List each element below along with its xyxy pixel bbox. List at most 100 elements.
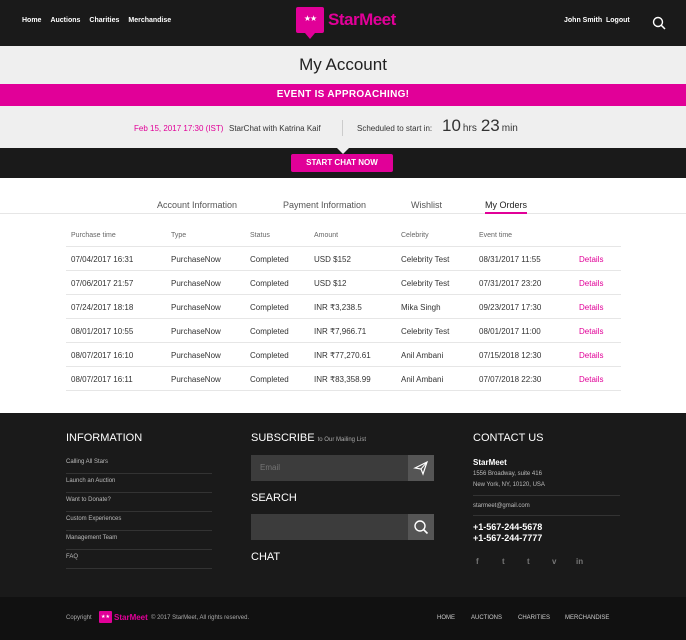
- cell-celebrity: Celebrity Test: [401, 327, 450, 336]
- cell-type: PurchaseNow: [171, 255, 221, 264]
- cell-amount: INR ₹83,358.99: [314, 375, 371, 384]
- footer-search-button[interactable]: [408, 514, 434, 540]
- details-link[interactable]: Details: [579, 375, 603, 384]
- email-input[interactable]: [251, 455, 408, 481]
- contact-heading: CONTACT US: [473, 432, 544, 444]
- send-icon: [413, 460, 429, 476]
- cell-event-time: 07/15/2018 12:30: [479, 351, 542, 360]
- cell-type: PurchaseNow: [171, 279, 221, 288]
- cell-celebrity: Celebrity Test: [401, 279, 450, 288]
- footer-link-donate[interactable]: Want to Donate?: [66, 493, 212, 512]
- phone-1[interactable]: +1-567-244-5678: [473, 522, 542, 532]
- main-nav: Home Auctions Charities Merchandise: [22, 17, 180, 24]
- table-row: 08/07/2017 16:11 PurchaseNow Completed I…: [66, 367, 621, 391]
- cell-celebrity: Anil Ambani: [401, 375, 444, 384]
- cell-amount: USD $152: [314, 255, 351, 264]
- tab-account-information[interactable]: Account Information: [157, 200, 237, 210]
- start-chat-button[interactable]: START CHAT NOW: [291, 154, 393, 172]
- subscribe-subtitle: to Our Mailing List: [317, 437, 366, 443]
- search-icon[interactable]: [652, 16, 666, 30]
- cell-celebrity: Mika Singh: [401, 303, 441, 312]
- cell-status: Completed: [250, 279, 289, 288]
- tab-payment-information[interactable]: Payment Information: [283, 200, 366, 210]
- cell-amount: INR ₹7,966.71: [314, 327, 367, 336]
- details-link[interactable]: Details: [579, 279, 603, 288]
- table-row: 07/06/2017 21:57 PurchaseNow Completed U…: [66, 271, 621, 295]
- cell-status: Completed: [250, 375, 289, 384]
- nav-home-link[interactable]: Home: [22, 17, 41, 24]
- search-heading: SEARCH: [251, 492, 297, 504]
- cell-purchase-time: 08/07/2017 16:10: [71, 351, 134, 360]
- countdown-hours: 10: [442, 116, 461, 135]
- details-link[interactable]: Details: [579, 327, 603, 336]
- top-nav: Home Auctions Charities Merchandise ★★ S…: [0, 0, 686, 46]
- header-event-time: Event time: [479, 232, 513, 239]
- orders-table: Purchase time Type Status Amount Celebri…: [66, 227, 621, 391]
- nav-charities-link[interactable]: Charities: [89, 17, 119, 24]
- cell-purchase-time: 07/24/2017 18:18: [71, 303, 134, 312]
- cell-amount: USD $12: [314, 279, 347, 288]
- logout-link[interactable]: Logout: [606, 17, 630, 24]
- footer-link-management-team[interactable]: Management Team: [66, 531, 212, 550]
- cell-event-time: 07/07/2018 22:30: [479, 375, 542, 384]
- logo-text: StarMeet: [328, 10, 396, 29]
- cell-purchase-time: 07/04/2017 16:31: [71, 255, 134, 264]
- contact-divider: [473, 515, 620, 516]
- table-row: 08/01/2017 10:55 PurchaseNow Completed I…: [66, 319, 621, 343]
- account-header: My Account: [0, 46, 686, 84]
- footer-search-input[interactable]: [251, 514, 408, 540]
- chat-bar: START CHAT NOW: [0, 148, 686, 178]
- contact-email[interactable]: starmeet@gmail.com: [473, 503, 530, 509]
- tab-wishlist[interactable]: Wishlist: [411, 200, 442, 210]
- cell-purchase-time: 07/06/2017 21:57: [71, 279, 134, 288]
- footer-nav-merchandise[interactable]: MERCHANDISE: [565, 615, 609, 621]
- user-name-link[interactable]: John Smith: [564, 17, 602, 24]
- cell-type: PurchaseNow: [171, 303, 221, 312]
- tab-my-orders[interactable]: My Orders: [485, 200, 528, 214]
- cell-event-time: 07/31/2017 23:20: [479, 279, 542, 288]
- footer-link-faq[interactable]: FAQ: [66, 550, 212, 569]
- copyright-text: © 2017 StarMeet, All rights reserved.: [151, 615, 250, 621]
- facebook-icon[interactable]: f: [476, 557, 479, 566]
- starmeet-logo[interactable]: ★★ StarMeet: [296, 7, 396, 39]
- account-tabs: Account Information Payment Information …: [0, 196, 686, 214]
- subscribe-heading: SUBSCRIBE to Our Mailing List: [251, 432, 366, 444]
- event-title: StarChat with Katrina Kaif: [229, 124, 321, 133]
- details-link[interactable]: Details: [579, 351, 603, 360]
- footer-nav-home[interactable]: HOME: [437, 615, 455, 621]
- linkedin-icon[interactable]: in: [576, 557, 583, 566]
- cell-purchase-time: 08/01/2017 10:55: [71, 327, 134, 336]
- subscribe-button[interactable]: [408, 455, 434, 481]
- footer-nav-auctions[interactable]: AUCTIONS: [471, 615, 502, 621]
- footer-link-launch-auction[interactable]: Launch an Auction: [66, 474, 212, 493]
- search-icon: [414, 520, 429, 535]
- header-status: Status: [250, 232, 270, 239]
- company-name: StarMeet: [473, 458, 507, 467]
- cell-event-time: 08/01/2017 11:00: [479, 327, 541, 336]
- cell-amount: INR ₹3,238.5: [314, 303, 362, 312]
- nav-auctions-link[interactable]: Auctions: [50, 17, 80, 24]
- vimeo-icon[interactable]: v: [552, 557, 556, 566]
- countdown-hours-unit: hrs: [462, 123, 477, 134]
- details-link[interactable]: Details: [579, 303, 603, 312]
- header-amount: Amount: [314, 232, 339, 239]
- footer-logo-text: StarMeet: [114, 612, 148, 622]
- event-info: Feb 15, 2017 17:30 (IST) StarChat with K…: [0, 106, 686, 148]
- contact-divider: [473, 495, 620, 496]
- phone-2[interactable]: +1-567-244-7777: [473, 533, 542, 543]
- cell-status: Completed: [250, 351, 289, 360]
- cell-celebrity: Celebrity Test: [401, 255, 450, 264]
- tumblr-icon[interactable]: t: [527, 557, 530, 566]
- information-links: Calling All Stars Launch an Auction Want…: [66, 455, 212, 569]
- table-row: 07/04/2017 16:31 PurchaseNow Completed U…: [66, 247, 621, 271]
- bottom-bar: Copyright ★★ StarMeet © 2017 StarMeet, A…: [0, 597, 686, 640]
- cell-status: Completed: [250, 255, 289, 264]
- twitter-icon[interactable]: t: [502, 557, 505, 566]
- footer-link-calling-all-stars[interactable]: Calling All Stars: [66, 455, 212, 474]
- footer-logo[interactable]: ★★ StarMeet: [99, 611, 148, 623]
- nav-merchandise-link[interactable]: Merchandise: [128, 17, 171, 24]
- details-link[interactable]: Details: [579, 255, 603, 264]
- event-date: Feb 15, 2017 17:30 (IST): [134, 124, 224, 133]
- footer-link-custom-experiences[interactable]: Custom Experiences: [66, 512, 212, 531]
- footer-nav-charities[interactable]: CHARITIES: [518, 615, 550, 621]
